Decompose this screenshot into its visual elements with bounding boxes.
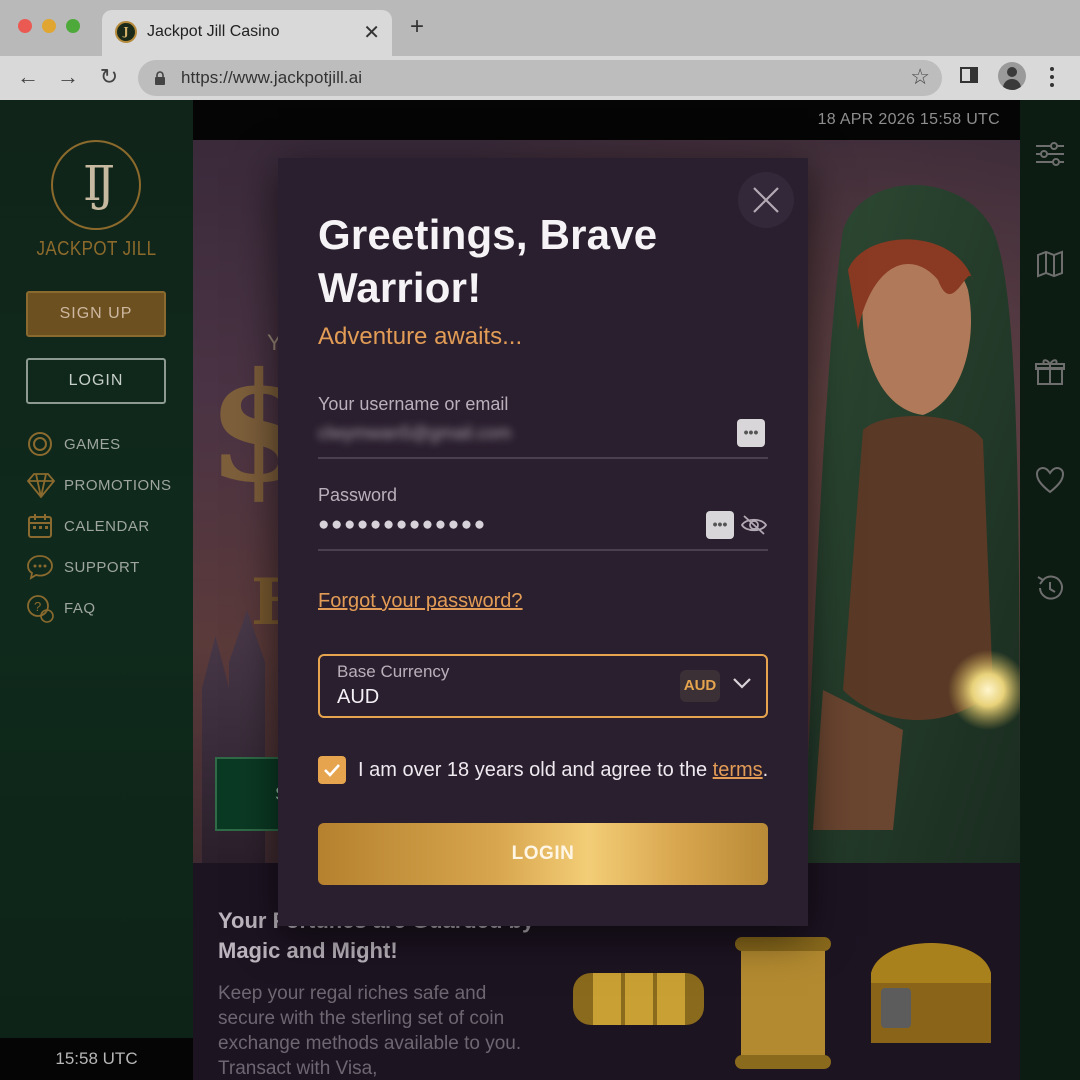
password-autofill-button[interactable]: ••• [706, 511, 734, 539]
window-minimize-button[interactable] [42, 19, 56, 33]
modal-subtitle: Adventure awaits... [318, 323, 523, 350]
username-autofill-button[interactable]: ••• [737, 419, 765, 447]
window-close-button[interactable] [18, 19, 32, 33]
age-terms-label: I am over 18 years old and agree to the [358, 759, 713, 781]
profile-avatar-icon[interactable] [998, 62, 1026, 90]
lock-icon [155, 71, 165, 85]
reload-button[interactable]: ↻ [96, 64, 122, 90]
forward-button[interactable]: → [55, 64, 81, 90]
base-currency-select[interactable]: Base Currency AUD AUD [318, 654, 768, 718]
age-terms-period: . [762, 759, 769, 781]
modal-title: Greetings, Brave Warrior! [318, 211, 658, 311]
currency-label: Base Currency [337, 662, 450, 681]
back-button[interactable]: ← [15, 64, 41, 90]
password-label: Password [318, 485, 398, 505]
new-tab-button[interactable]: + [410, 15, 424, 39]
browser-toolbar: ← → ↻ https://www.jackpotjill.ai ☆ [0, 56, 1080, 100]
modal-close-button[interactable] [738, 172, 794, 228]
close-icon [753, 187, 779, 213]
browser-tab[interactable]: J Jackpot Jill Casino ✕ [102, 10, 392, 56]
login-modal: Greetings, Brave Warrior! Adventure awai… [278, 158, 808, 926]
age-terms-text: I am over 18 years old and agree to the … [358, 759, 768, 782]
side-panel-icon[interactable] [960, 67, 978, 83]
browser-menu-icon[interactable] [1043, 65, 1061, 89]
tab-close-icon[interactable]: ✕ [363, 20, 380, 45]
chevron-down-icon [733, 678, 751, 689]
password-underline [318, 549, 768, 551]
url-text: https://www.jackpotjill.ai [181, 68, 363, 87]
username-field[interactable]: clwymwan5@gmail.com [318, 423, 511, 444]
username-label: Your username or email [318, 394, 509, 414]
checkmark-icon [324, 764, 340, 777]
browser-tab-bar: J Jackpot Jill Casino ✕ + [0, 0, 1080, 56]
login-submit-button[interactable]: LOGIN [318, 823, 768, 885]
password-field[interactable]: ●●●●●●●●●●●●● [318, 514, 487, 536]
favicon-icon: J [115, 21, 137, 43]
bookmark-star-icon[interactable]: ☆ [910, 64, 930, 90]
currency-value: AUD [337, 686, 380, 708]
window-maximize-button[interactable] [66, 19, 80, 33]
username-underline [318, 457, 768, 459]
forgot-password-link[interactable]: Forgot your password? [318, 590, 523, 613]
currency-badge: AUD [680, 670, 720, 702]
terms-link[interactable]: terms [713, 759, 763, 781]
age-terms-checkbox[interactable] [318, 756, 346, 784]
address-bar[interactable]: https://www.jackpotjill.ai ☆ [138, 60, 942, 96]
eye-slash-icon[interactable] [740, 514, 768, 536]
tab-title: Jackpot Jill Casino [147, 23, 280, 40]
